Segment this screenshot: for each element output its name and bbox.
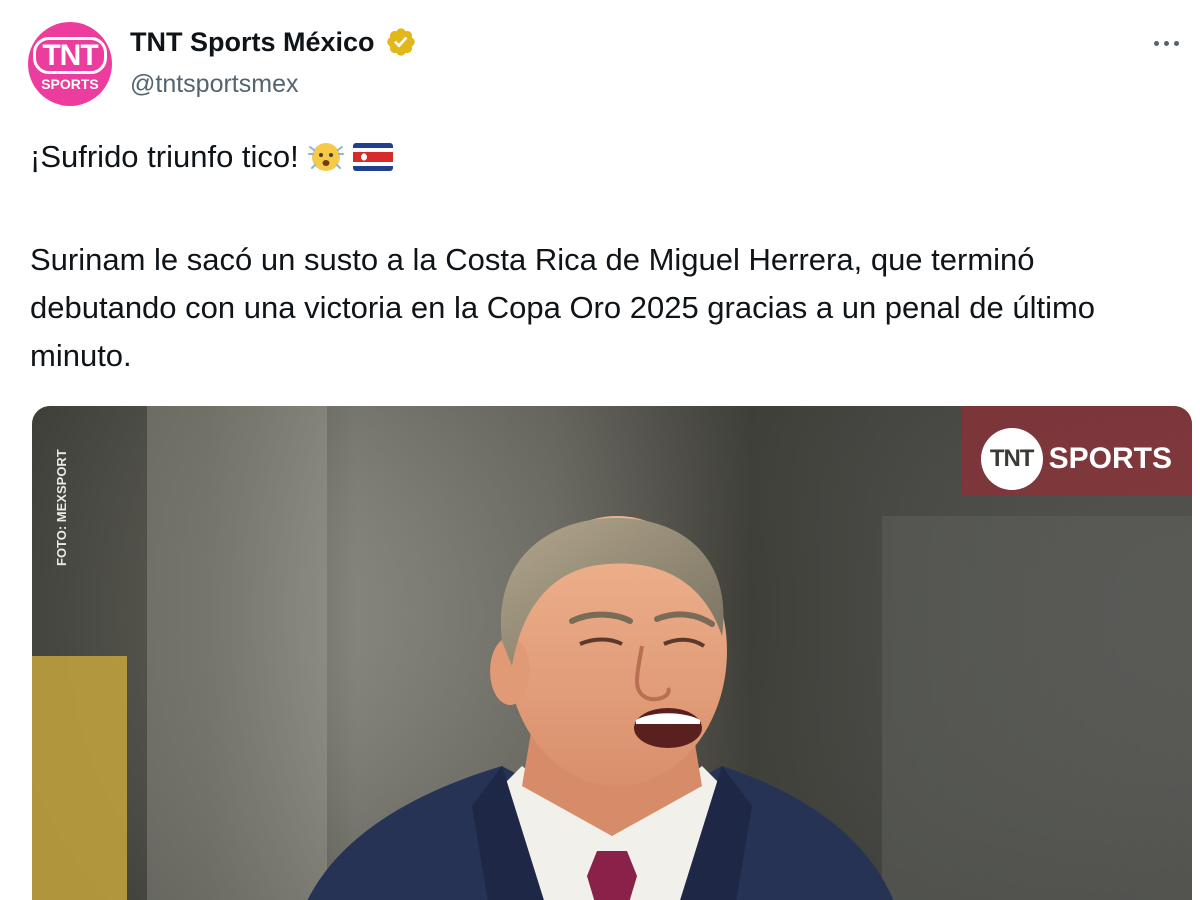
- avatar-logo-top: TNT: [33, 37, 107, 74]
- tnt-logo-circle: TNT: [980, 428, 1043, 490]
- tweet-media-image[interactable]: FOTO: MEXSPORT TNT SPORTS: [32, 406, 1192, 900]
- tnt-logo-text: SPORTS: [1048, 442, 1172, 475]
- author-handle[interactable]: @tntsportsmex: [130, 70, 298, 99]
- anxious-face-emoji-icon: [307, 138, 345, 176]
- more-dot: [1173, 40, 1179, 46]
- tnt-sports-watermark: TNT SPORTS: [980, 428, 1172, 490]
- author-display-name[interactable]: TNT Sports México: [130, 27, 375, 58]
- photo-credit: FOTO: MEXSPORT: [52, 426, 72, 566]
- photo-credit-text: FOTO: MEXSPORT: [54, 449, 69, 566]
- more-options-icon[interactable]: [1146, 28, 1186, 58]
- tweet-headline: ¡Sufrido triunfo tico!: [30, 139, 299, 174]
- author-avatar[interactable]: TNT SPORTS: [28, 22, 112, 106]
- avatar-logo-bottom: SPORTS: [41, 76, 99, 92]
- verified-badge-icon[interactable]: [385, 26, 417, 58]
- more-dot: [1153, 40, 1159, 46]
- tweet-card: TNT SPORTS TNT Sports México @tntsportsm…: [0, 0, 1200, 900]
- costa-rica-flag-icon: [352, 143, 393, 171]
- tweet-body: Surinam le sacó un susto a la Costa Rica…: [30, 242, 1096, 373]
- author-name-row: TNT Sports México: [130, 26, 417, 58]
- tweet-headline-row: ¡Sufrido triunfo tico!: [30, 138, 393, 176]
- more-dot: [1163, 40, 1169, 46]
